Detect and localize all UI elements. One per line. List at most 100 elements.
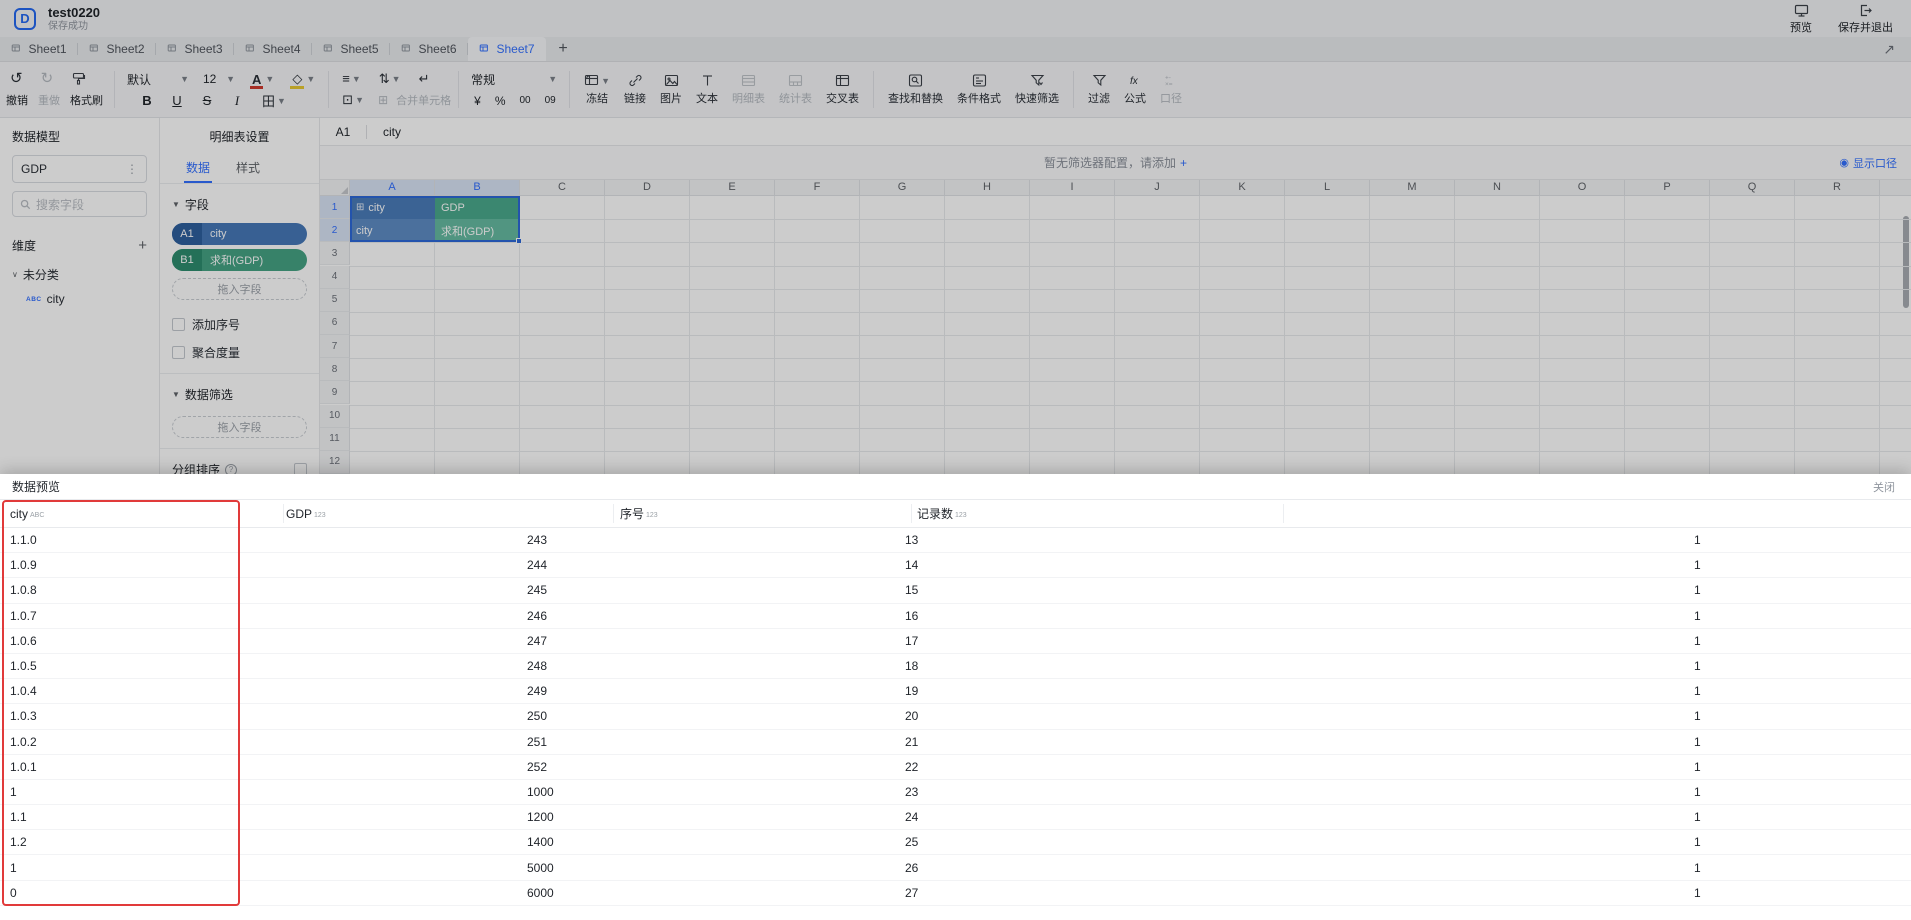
column-header-P[interactable]: P bbox=[1625, 180, 1710, 195]
selection-fill-handle[interactable] bbox=[516, 238, 522, 244]
sheet-tab-sheet3[interactable]: Sheet3 bbox=[156, 37, 234, 61]
checkbox-icon[interactable] bbox=[172, 346, 185, 359]
column-header-B[interactable]: B bbox=[435, 180, 520, 195]
table-block-handle-icon[interactable]: ⊞ bbox=[356, 202, 364, 213]
sheet-tab-sheet4[interactable]: Sheet4 bbox=[234, 37, 312, 61]
column-header-K[interactable]: K bbox=[1200, 180, 1285, 195]
grid-cell-A2[interactable]: city bbox=[350, 219, 435, 242]
toolbar-formula-button[interactable]: fx公式 bbox=[1117, 64, 1153, 115]
format-painter-button[interactable] bbox=[63, 71, 94, 86]
save-exit-button[interactable]: 保存并退出 bbox=[1838, 3, 1893, 35]
redo-button[interactable]: ↻ bbox=[33, 71, 62, 86]
column-header-G[interactable]: G bbox=[860, 180, 945, 195]
toolbar-filter-button[interactable]: 过滤 bbox=[1081, 64, 1117, 115]
fields-section-header[interactable]: ▼ 字段 bbox=[160, 184, 319, 219]
spreadsheet-grid[interactable]: ABCDEFGHIJKLMNOPQRS 123456789101112⊞city… bbox=[320, 180, 1911, 474]
bold-button[interactable]: B bbox=[136, 93, 158, 108]
add-filter-button[interactable]: + bbox=[1176, 156, 1187, 170]
column-header-D[interactable]: D bbox=[605, 180, 690, 195]
row-header-11[interactable]: 11 bbox=[320, 428, 350, 451]
sheet-tab-sheet2[interactable]: Sheet2 bbox=[78, 37, 156, 61]
row-header-9[interactable]: 9 bbox=[320, 381, 350, 404]
row-header-5[interactable]: 5 bbox=[320, 289, 350, 312]
column-header-A[interactable]: A bbox=[350, 180, 435, 195]
row-header-2[interactable]: 2 bbox=[320, 219, 350, 242]
field-pill-A1[interactable]: A1city bbox=[172, 223, 307, 245]
toolbar-image-button[interactable]: 图片 bbox=[653, 64, 689, 115]
drop-field-zone[interactable]: 拖入字段 bbox=[172, 278, 307, 300]
settings-tab-数据[interactable]: 数据 bbox=[186, 159, 210, 183]
column-header-M[interactable]: M bbox=[1370, 180, 1455, 195]
row-header-7[interactable]: 7 bbox=[320, 335, 350, 358]
currency-format-button[interactable]: ¥ bbox=[474, 94, 481, 108]
column-header-E[interactable]: E bbox=[690, 180, 775, 195]
row-header-1[interactable]: 1 bbox=[320, 196, 350, 219]
preview-column-header-GDP[interactable]: GDP123 bbox=[286, 500, 326, 527]
checkbox-icon[interactable] bbox=[172, 318, 185, 331]
italic-button[interactable]: I bbox=[226, 93, 248, 109]
row-header-4[interactable]: 4 bbox=[320, 266, 350, 289]
add-dimension-button[interactable]: + bbox=[138, 237, 147, 254]
borders-button[interactable]: 田▼ bbox=[256, 91, 292, 110]
preview-column-header-记录数[interactable]: 记录数123 bbox=[917, 500, 967, 527]
toolbar-quick-filter-button[interactable]: 快速筛选 bbox=[1008, 64, 1066, 115]
toolbar-text-button[interactable]: 文本 bbox=[689, 64, 725, 115]
vertical-scrollbar[interactable] bbox=[1903, 216, 1909, 308]
underline-button[interactable]: U bbox=[166, 93, 188, 108]
column-header-F[interactable]: F bbox=[775, 180, 860, 195]
select-all-corner[interactable] bbox=[320, 180, 350, 195]
settings-tab-样式[interactable]: 样式 bbox=[236, 159, 260, 183]
toolbar-conditional-format-button[interactable]: 条件格式 bbox=[950, 64, 1008, 115]
field-search-input[interactable]: 搜索字段 bbox=[12, 191, 147, 217]
preview-column-header-city[interactable]: cityABC bbox=[10, 500, 44, 527]
font-size-select[interactable]: 12▼ bbox=[198, 68, 240, 90]
column-header-J[interactable]: J bbox=[1115, 180, 1200, 195]
column-header-R[interactable]: R bbox=[1795, 180, 1880, 195]
expand-icon[interactable]: ↗ bbox=[1883, 37, 1895, 61]
grid-cell-B1[interactable]: GDP bbox=[435, 196, 520, 219]
column-header-O[interactable]: O bbox=[1540, 180, 1625, 195]
merge-cells-button[interactable]: 合并单元格 bbox=[396, 92, 451, 108]
toolbar-freeze-button[interactable]: ▼冻结 bbox=[577, 64, 617, 115]
preview-button[interactable]: 预览 bbox=[1790, 3, 1812, 35]
show-caliber-toggle[interactable]: ◉ 显示口径 bbox=[1839, 155, 1897, 171]
column-header-S[interactable]: S bbox=[1880, 180, 1911, 195]
field-group-uncategorized[interactable]: ∨ 未分类 bbox=[0, 258, 159, 285]
increase-decimal-button[interactable]: 00 bbox=[519, 95, 530, 106]
sheet-tab-sheet7[interactable]: Sheet7 bbox=[468, 37, 546, 61]
column-header-C[interactable]: C bbox=[520, 180, 605, 195]
fill-color-button[interactable]: ◇▼ bbox=[284, 71, 321, 87]
row-header-6[interactable]: 6 bbox=[320, 312, 350, 335]
column-header-L[interactable]: L bbox=[1285, 180, 1370, 195]
row-header-10[interactable]: 10 bbox=[320, 405, 350, 428]
field-item-city[interactable]: ABCcity bbox=[0, 285, 159, 308]
row-header-12[interactable]: 12 bbox=[320, 451, 350, 474]
number-format-select[interactable]: 常规▼ bbox=[466, 68, 562, 90]
sheet-tab-sheet6[interactable]: Sheet6 bbox=[390, 37, 468, 61]
drop-filter-field-zone[interactable]: 拖入字段 bbox=[172, 416, 307, 438]
toolbar-find-replace-button[interactable]: 查找和替换 bbox=[881, 64, 950, 115]
dataset-select[interactable]: GDP ⋮ bbox=[12, 155, 147, 183]
wrap-text-button[interactable]: ↵ bbox=[413, 71, 436, 87]
sheet-tab-sheet1[interactable]: Sheet1 bbox=[0, 37, 78, 61]
horizontal-align-button[interactable]: ≡▼ bbox=[336, 71, 367, 86]
column-header-I[interactable]: I bbox=[1030, 180, 1115, 195]
row-header-3[interactable]: 3 bbox=[320, 242, 350, 265]
vertical-align-button[interactable]: ⇅▼ bbox=[373, 71, 407, 87]
field-pill-B1[interactable]: B1求和(GDP) bbox=[172, 249, 307, 271]
toolbar-link-button[interactable]: 链接 bbox=[617, 64, 653, 115]
undo-button[interactable]: ↺ bbox=[2, 71, 31, 86]
aggregate-checkbox-row[interactable]: 聚合度量 bbox=[160, 335, 319, 363]
row-header-8[interactable]: 8 bbox=[320, 358, 350, 381]
cell-reference-box[interactable]: A1 bbox=[320, 125, 366, 139]
percent-format-button[interactable]: % bbox=[495, 94, 506, 108]
add-index-checkbox-row[interactable]: 添加序号 bbox=[160, 307, 319, 335]
toolbar-cross-table-button[interactable]: 交叉表 bbox=[819, 64, 866, 115]
close-preview-button[interactable]: 关闭 bbox=[1873, 479, 1895, 495]
grid-cell-B2[interactable]: 求和(GDP) bbox=[435, 219, 520, 242]
strikethrough-button[interactable]: S bbox=[196, 93, 218, 108]
font-color-button[interactable]: A▼ bbox=[244, 72, 280, 87]
decrease-decimal-button[interactable]: 09 bbox=[545, 95, 556, 106]
column-header-H[interactable]: H bbox=[945, 180, 1030, 195]
text-direction-button[interactable]: ⊡▼ bbox=[336, 92, 370, 108]
